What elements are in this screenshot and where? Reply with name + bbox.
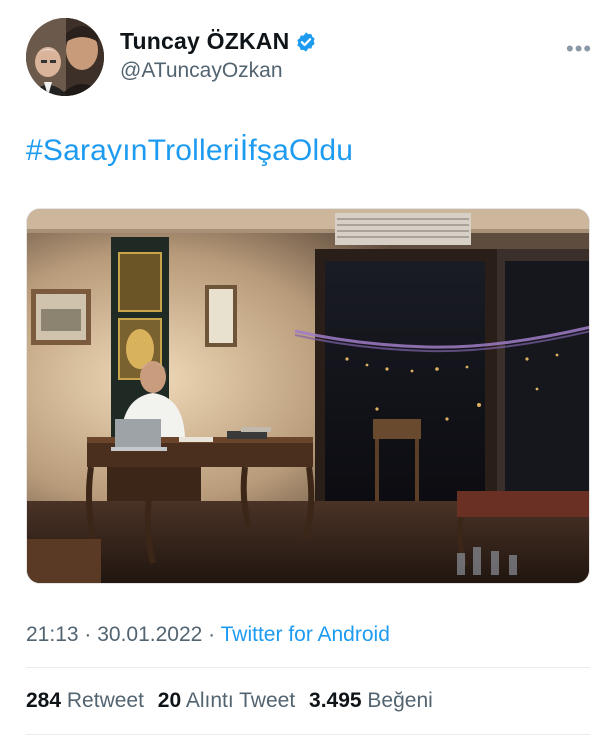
likes-label: Beğeni [367, 689, 433, 712]
office-photo-illustration [27, 209, 589, 583]
author-name-row[interactable]: Tuncay ÖZKAN [120, 28, 317, 55]
meta-separator: · [78, 623, 98, 646]
author-handle[interactable]: @ATuncayOzkan [120, 59, 283, 83]
likes-count: 3.495 [309, 689, 362, 712]
more-options-icon[interactable]: ••• [566, 36, 592, 62]
tweet-time[interactable]: 21:13 [26, 623, 79, 646]
quotes-stat[interactable]: 20 Alıntı Tweet [158, 689, 295, 712]
meta-separator: · [202, 623, 221, 646]
avatar-image [26, 18, 104, 96]
hashtag-link[interactable]: #SarayınTrolleriİfşaOldu [26, 134, 353, 168]
verified-badge-icon [297, 31, 315, 52]
retweets-stat[interactable]: 284 Retweet [26, 689, 144, 712]
tweet-date[interactable]: 30.01.2022 [97, 623, 202, 646]
tweet-photo[interactable] [26, 208, 590, 584]
divider [26, 734, 590, 735]
tweet-stats: 284 Retweet 20 Alıntı Tweet 3.495 Beğeni [26, 689, 433, 713]
divider [26, 667, 590, 668]
tweet-source[interactable]: Twitter for Android [221, 623, 390, 646]
likes-stat[interactable]: 3.495 Beğeni [309, 689, 433, 712]
quotes-count: 20 [157, 689, 182, 712]
avatar[interactable] [26, 18, 104, 96]
author-name[interactable]: Tuncay ÖZKAN [120, 28, 289, 55]
retweets-label: Retweet [66, 689, 144, 712]
tweet-meta: 21:13 · 30.01.2022 · Twitter for Android [26, 623, 390, 647]
retweets-count: 284 [26, 689, 62, 712]
quotes-label: Alıntı Tweet [185, 689, 296, 712]
